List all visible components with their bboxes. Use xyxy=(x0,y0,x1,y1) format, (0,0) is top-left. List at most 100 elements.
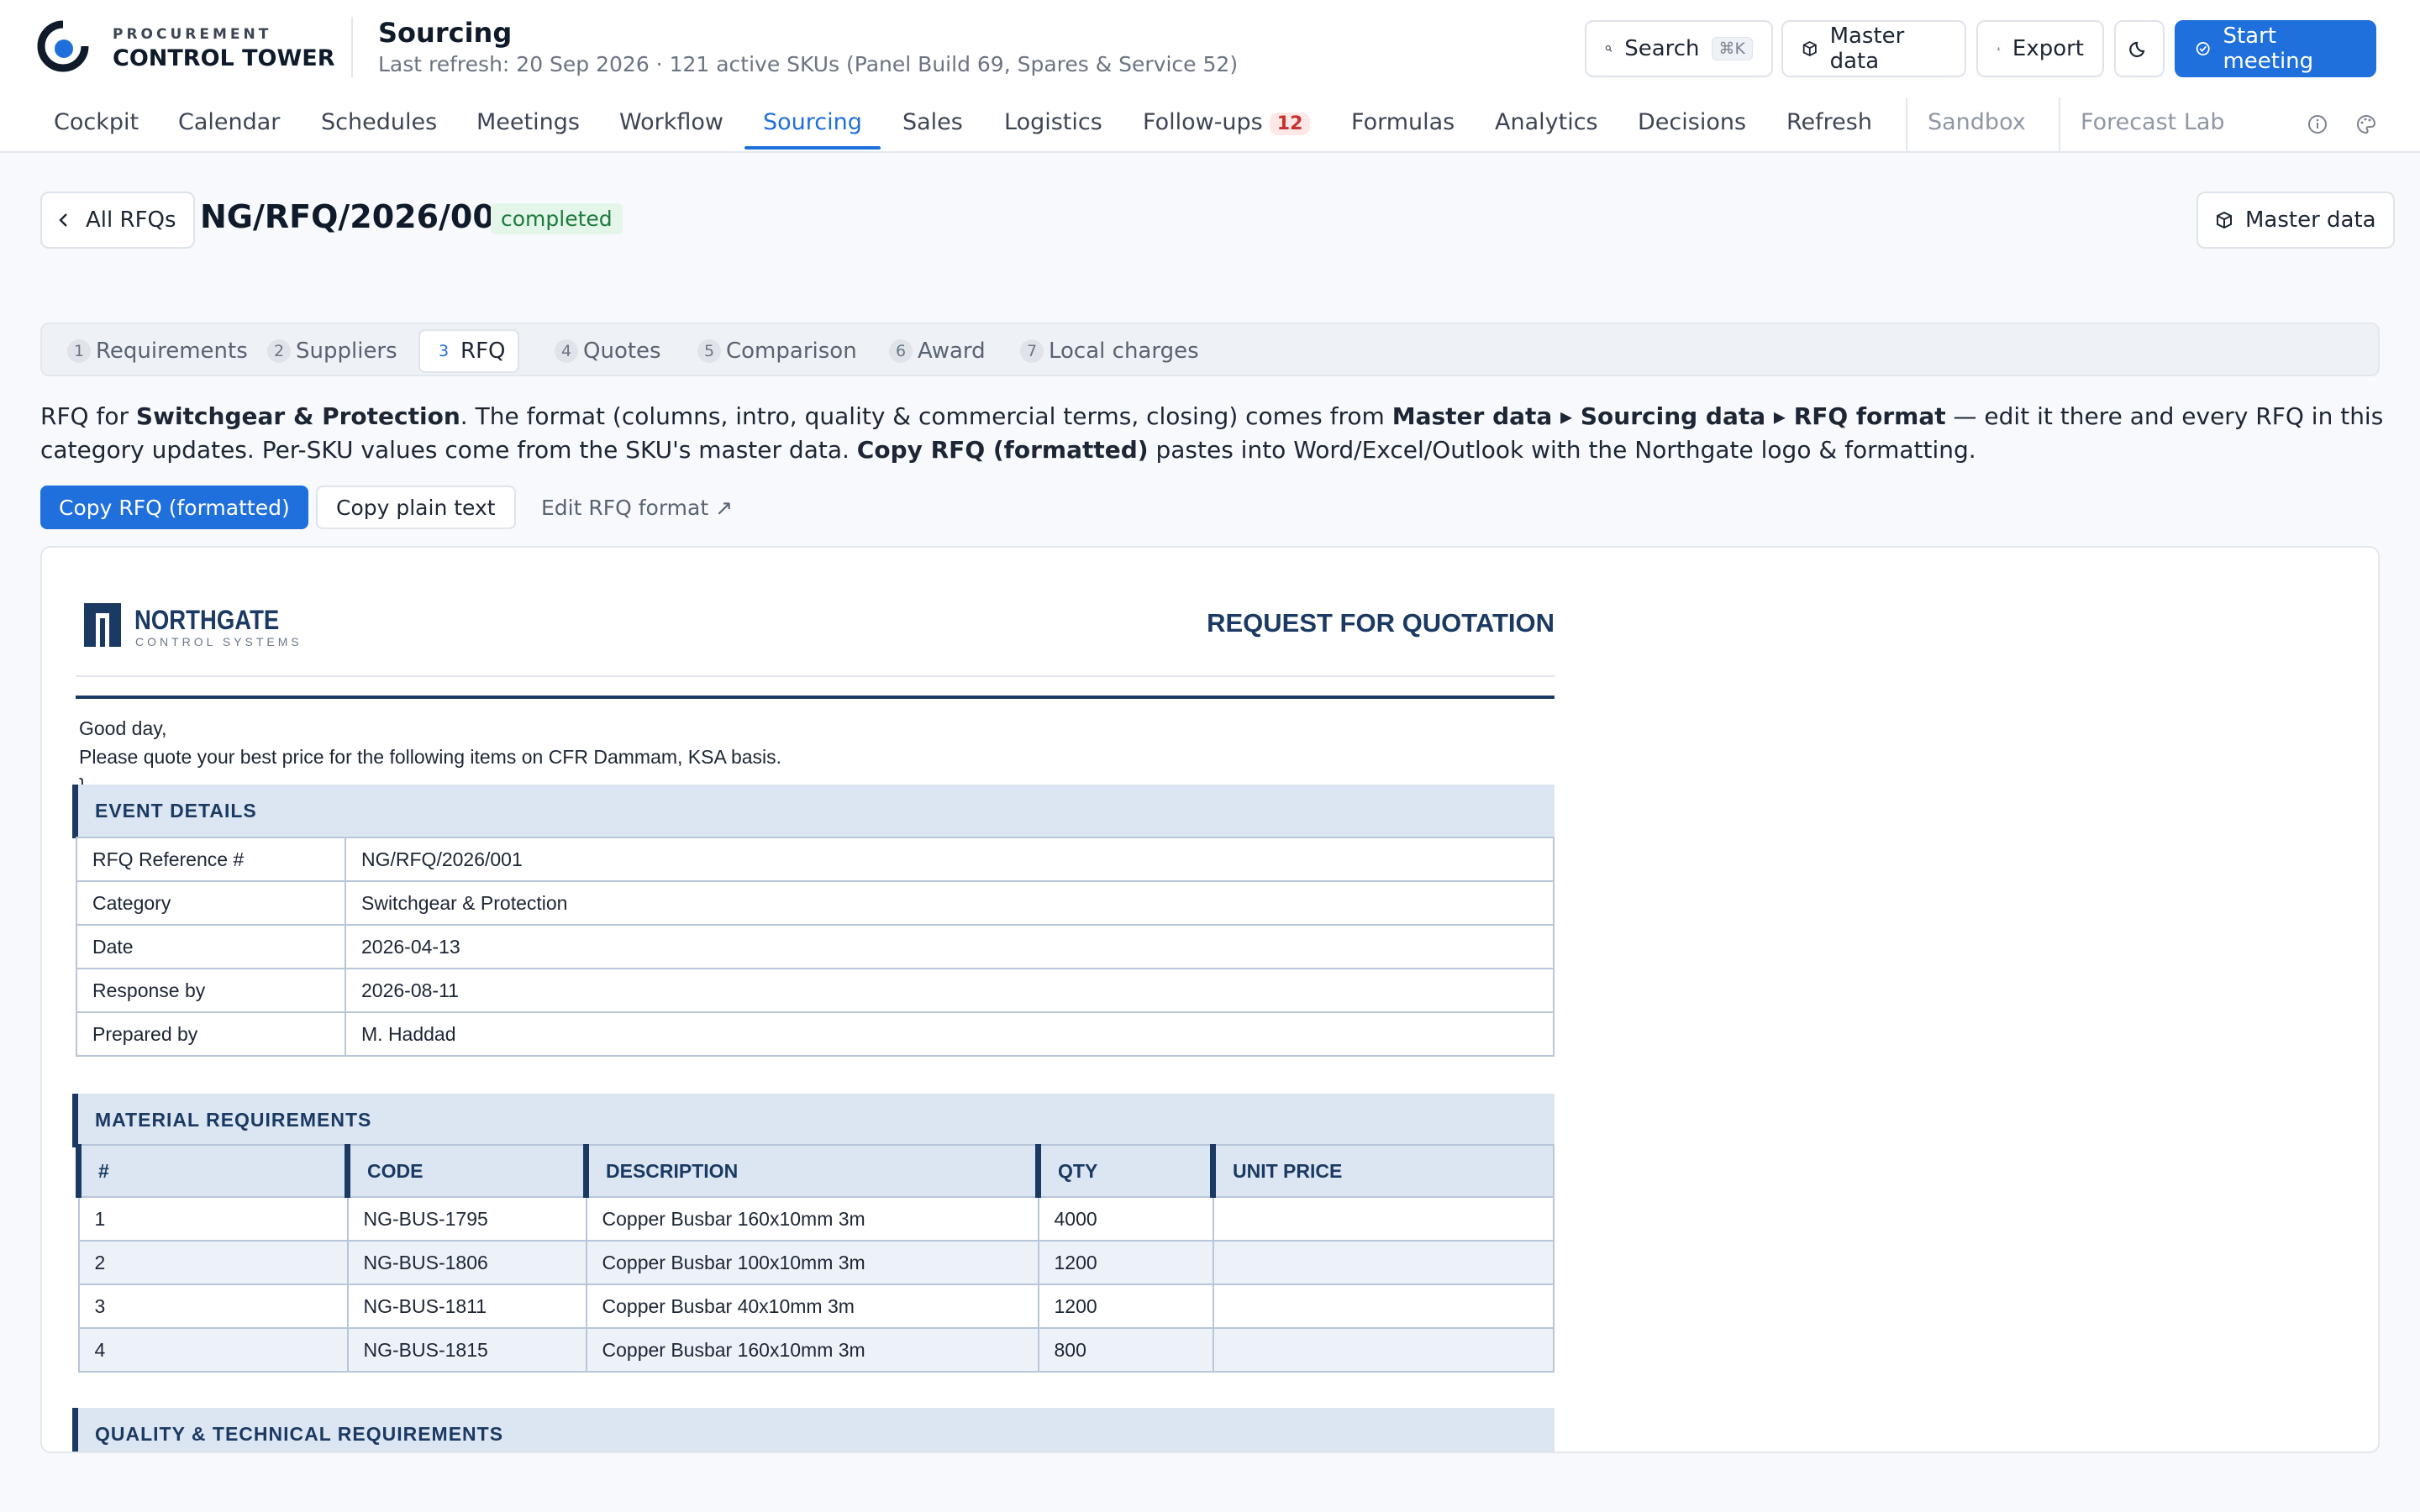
event-value: M. Haddad xyxy=(345,1011,1555,1057)
copy-plain-text-button[interactable]: Copy plain text xyxy=(316,486,516,529)
row-unit-price xyxy=(1212,1284,1555,1329)
step-label: Award xyxy=(918,339,986,364)
step-label: Quotes xyxy=(583,339,661,364)
row-qty: 1200 xyxy=(1037,1284,1214,1329)
rfq-step-tabs: 1 Requirements 2 Suppliers 3 RFQ 4 Quotes 5C… xyxy=(40,323,2380,376)
row-number: 1 xyxy=(77,1196,349,1242)
greeting: Good day, xyxy=(79,717,167,739)
back-to-rfqs-button[interactable]: All RFQs xyxy=(40,192,195,249)
nav-decisions[interactable]: Decisions xyxy=(1638,109,1746,153)
copy-rfq-formatted-button[interactable]: Copy RFQ (formatted) xyxy=(40,486,308,529)
table-row: 2 NG-BUS-1806 Copper Busbar 100x10mm 3m 120… xyxy=(77,1240,1555,1285)
row-description: Copper Busbar 160x10mm 3m xyxy=(585,1327,1039,1373)
row-description: Copper Busbar 40x10mm 3m xyxy=(585,1284,1039,1329)
step-number: 4 xyxy=(555,339,578,363)
edit-rfq-format-link[interactable]: Edit RFQ format ↗ xyxy=(523,486,751,529)
cube-icon xyxy=(2217,211,2232,229)
step-suppliers[interactable]: 2 Suppliers xyxy=(255,329,409,373)
nav-schedules[interactable]: Schedules xyxy=(321,109,437,153)
top-bar: PROCUREMENT CONTROL TOWER Sourcing Last … xyxy=(0,0,2420,96)
step-label: Comparison xyxy=(726,339,857,364)
row-qty: 1200 xyxy=(1037,1240,1214,1285)
nav-calendar[interactable]: Calendar xyxy=(178,109,280,153)
nav-meetings[interactable]: Meetings xyxy=(476,109,580,153)
nav-sandbox[interactable]: Sandbox xyxy=(1928,109,2026,153)
nav-logistics[interactable]: Logistics xyxy=(1004,109,1102,153)
info-text: . The format (columns, intro, quality & … xyxy=(460,402,1392,430)
info-text: RFQ for xyxy=(40,402,136,430)
nav-analytics[interactable]: Analytics xyxy=(1495,109,1598,153)
row-number: 2 xyxy=(77,1240,349,1285)
nav-sales[interactable]: Sales xyxy=(902,109,963,153)
table-header-row: # CODE DESCRIPTION QTY UNIT PRICE xyxy=(76,1144,1555,1198)
row-code: NG-BUS-1795 xyxy=(346,1196,587,1242)
step-label: Requirements xyxy=(96,339,248,364)
event-value: 2026-04-13 xyxy=(345,924,1555,969)
northgate-logo-icon xyxy=(84,603,121,647)
cube-icon xyxy=(1802,41,1817,56)
step-local-charges[interactable]: 7 Local charges xyxy=(1008,329,1211,373)
nav-cockpit[interactable]: Cockpit xyxy=(54,109,139,153)
event-key: RFQ Reference # xyxy=(76,837,346,882)
event-value: NG/RFQ/2026/001 xyxy=(345,837,1555,882)
col-qty: QTY xyxy=(1035,1144,1214,1198)
step-number: 6 xyxy=(889,339,913,363)
col-unit-price: UNIT PRICE xyxy=(1210,1144,1555,1198)
table-row: RFQ Reference # NG/RFQ/2026/001 xyxy=(76,837,1555,882)
step-rfq[interactable]: 3 RFQ xyxy=(418,329,519,373)
search-label: Search xyxy=(1624,36,1700,61)
row-qty: 800 xyxy=(1037,1327,1214,1373)
row-code: NG-BUS-1815 xyxy=(346,1327,587,1373)
header-master-data-button[interactable]: Master data xyxy=(2196,192,2395,249)
nav-follow-ups-label: Follow-ups xyxy=(1143,109,1263,135)
theme-toggle-button[interactable] xyxy=(2114,20,2165,77)
step-number: 7 xyxy=(1020,339,1044,363)
event-value: Switchgear & Protection xyxy=(345,880,1555,926)
rfq-format-info: RFQ for Switchgear & Protection. The for… xyxy=(40,400,2385,467)
info-icon[interactable] xyxy=(2306,113,2329,136)
control-tower-logo-icon xyxy=(37,19,90,72)
export-label: Export xyxy=(2012,36,2084,61)
col-code: CODE xyxy=(345,1144,587,1198)
row-description: Copper Busbar 160x10mm 3m xyxy=(585,1196,1039,1242)
step-number: 2 xyxy=(267,339,291,363)
company-tagline: CONTROL SYSTEMS xyxy=(135,635,302,648)
nav-forecast-lab[interactable]: Forecast Lab xyxy=(2081,109,2225,153)
info-text: pastes into Word/Excel/Outlook with the … xyxy=(1148,436,1976,464)
step-comparison[interactable]: 5 Comparison xyxy=(686,329,869,373)
palette-icon[interactable] xyxy=(2354,113,2378,136)
step-award[interactable]: 6 Award xyxy=(877,329,997,373)
clock-icon xyxy=(2196,42,2210,55)
northgate-logo: NORTHGATE CONTROL SYSTEMS xyxy=(84,603,302,654)
rfq-id-title: NG/RFQ/2026/001 xyxy=(200,198,518,235)
quality-requirements-heading: QUALITY & TECHNICAL REQUIREMENTS xyxy=(72,1408,1555,1452)
start-meeting-label: Start meeting xyxy=(2223,24,2314,74)
material-requirements-heading: MATERIAL REQUIREMENTS xyxy=(72,1094,1555,1147)
nav-separator xyxy=(2059,97,2060,151)
event-key: Category xyxy=(76,880,346,926)
step-requirements[interactable]: 1 Requirements xyxy=(55,329,260,373)
col-number: # xyxy=(76,1144,349,1198)
rfq-document-preview: NORTHGATE CONTROL SYSTEMS REQUEST FOR QU… xyxy=(40,546,2380,1453)
master-data-button[interactable]: Master data xyxy=(1781,20,1966,77)
row-number: 3 xyxy=(77,1284,349,1329)
nav-formulas[interactable]: Formulas xyxy=(1351,109,1455,153)
brand-name: CONTROL TOWER xyxy=(113,45,335,71)
table-row: Date 2026-04-13 xyxy=(76,924,1555,969)
nav-refresh[interactable]: Refresh xyxy=(1786,109,1872,153)
chevron-left-icon xyxy=(59,213,67,227)
row-code: NG-BUS-1806 xyxy=(346,1240,587,1285)
search-button[interactable]: Search ⌘K xyxy=(1585,20,1773,77)
start-meeting-button[interactable]: Start meeting xyxy=(2175,20,2376,77)
export-button[interactable]: Export xyxy=(1976,20,2104,77)
row-number: 4 xyxy=(77,1327,349,1373)
table-row: 3 NG-BUS-1811 Copper Busbar 40x10mm 3m 1200 xyxy=(77,1284,1555,1329)
step-number: 3 xyxy=(432,339,455,363)
step-quotes[interactable]: 4 Quotes xyxy=(543,329,673,373)
nav-workflow[interactable]: Workflow xyxy=(619,109,723,153)
event-key: Prepared by xyxy=(76,1011,346,1057)
row-unit-price xyxy=(1212,1240,1555,1285)
nav-active-indicator xyxy=(744,146,881,150)
nav-follow-ups[interactable]: Follow-ups 12 xyxy=(1143,109,1311,153)
search-icon xyxy=(1605,45,1612,52)
